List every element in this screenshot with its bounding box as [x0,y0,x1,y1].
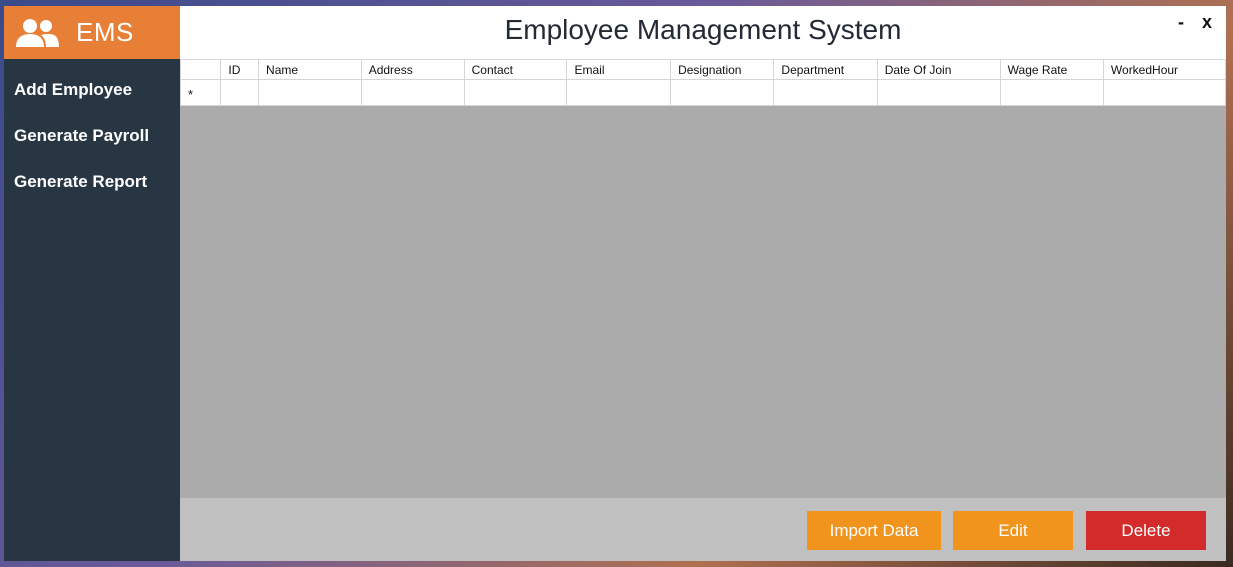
users-icon [16,18,59,47]
sidebar-item-generate-report[interactable]: Generate Report [4,159,180,205]
column-header-wage-rate[interactable]: Wage Rate [999,59,1104,80]
column-header-contact[interactable]: Contact [463,59,568,80]
table-cell[interactable] [1102,79,1226,106]
column-header-date-of-join[interactable]: Date Of Join [876,59,1001,80]
employee-grid[interactable]: ID Name Address Contact Email Designatio… [179,59,1226,498]
table-cell[interactable] [258,79,362,106]
table-header-row: ID Name Address Contact Email Designatio… [179,59,1226,80]
column-header-designation[interactable]: Designation [670,59,775,80]
brand-header: EMS [4,6,180,59]
delete-button[interactable]: Delete [1086,511,1206,550]
sidebar-nav: Add Employee Generate Payroll Generate R… [4,67,180,205]
employee-table: ID Name Address Contact Email Designatio… [179,59,1226,106]
new-row-marker[interactable]: * [179,79,222,106]
table-cell[interactable] [220,79,260,106]
column-header-department[interactable]: Department [773,59,878,80]
minimize-button[interactable]: - [1178,12,1184,33]
import-data-button[interactable]: Import Data [807,511,941,550]
title-bar: Employee Management System - x [180,6,1226,59]
edit-button[interactable]: Edit [953,511,1073,550]
column-header-address[interactable]: Address [360,59,465,80]
table-cell[interactable] [566,79,672,106]
column-header-name[interactable]: Name [258,59,362,80]
brand-name: EMS [76,17,134,47]
column-header-email[interactable]: Email [566,59,672,80]
table-cell[interactable] [360,79,465,106]
main-panel: Employee Management System - x ID Name A… [179,6,1226,561]
table-cell[interactable] [999,79,1104,106]
row-header-corner[interactable] [179,59,222,80]
page-title: Employee Management System [504,14,902,45]
table-cell[interactable] [670,79,775,106]
sidebar-item-add-employee[interactable]: Add Employee [4,67,180,113]
table-cell[interactable] [463,79,568,106]
close-button[interactable]: x [1202,12,1212,33]
column-header-id[interactable]: ID [220,59,260,80]
app-window: EMS Add Employee Generate Payroll Genera… [4,6,1226,561]
table-cell[interactable] [876,79,1001,106]
action-bar: Import Data Edit Delete [180,498,1226,561]
sidebar: EMS Add Employee Generate Payroll Genera… [4,6,180,561]
sidebar-item-generate-payroll[interactable]: Generate Payroll [4,113,180,159]
column-header-worked-hour[interactable]: WorkedHour [1102,59,1226,80]
table-row-new[interactable]: * [179,79,1226,106]
table-cell[interactable] [773,79,878,106]
